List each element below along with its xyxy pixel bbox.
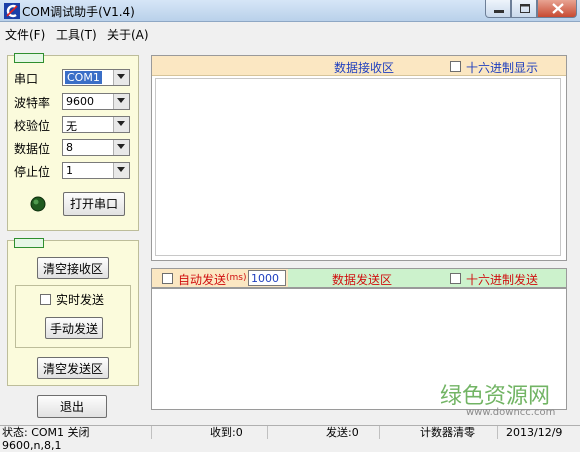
menu-about[interactable]: 关于(A) — [107, 26, 149, 43]
status-date: 2013/12/9 — [506, 426, 563, 439]
minimize-button[interactable] — [485, 0, 511, 18]
chevron-down-icon — [117, 167, 125, 172]
receive-textarea[interactable] — [155, 78, 561, 256]
minimize-icon — [494, 10, 504, 13]
status-received: 收到:0 — [152, 426, 268, 439]
baud-value: 9600 — [66, 95, 94, 108]
manual-send-button[interactable]: 手动发送 — [45, 317, 103, 339]
receive-header: 数据接收区 十六进制显示 — [152, 56, 566, 76]
send-title-bar: 数据发送区 十六进制发送 — [288, 269, 566, 287]
status-led-icon — [30, 196, 46, 212]
menu-bar: 文件(F) 工具(T) 关于(A) — [0, 23, 580, 43]
databits-value: 8 — [66, 141, 73, 154]
exit-button[interactable]: 退出 — [37, 395, 107, 418]
stopbits-label: 停止位 — [14, 165, 51, 179]
dropdown-arrow[interactable] — [113, 163, 129, 178]
port-value: COM1 — [65, 71, 102, 84]
watermark-text: 绿色资源网 — [440, 384, 551, 409]
auto-send-checkbox[interactable] — [162, 273, 173, 284]
port-select[interactable]: COM1 — [62, 69, 130, 86]
parity-value: 无 — [66, 120, 77, 133]
actions-panel: 清空接收区 实时发送 手动发送 清空发送区 — [7, 238, 139, 386]
chevron-down-icon — [117, 144, 125, 149]
dropdown-arrow[interactable] — [113, 140, 129, 155]
parity-select[interactable]: 无 — [62, 116, 130, 133]
status-state: 状态: COM1 关闭 9600,n,8,1 — [2, 426, 152, 452]
chevron-down-icon — [117, 121, 125, 126]
hex-display-checkbox[interactable] — [450, 61, 461, 72]
maximize-button[interactable] — [511, 0, 537, 18]
baud-label: 波特率 — [14, 96, 51, 110]
baud-select[interactable]: 9600 — [62, 93, 130, 110]
menu-tools[interactable]: 工具(T) — [56, 26, 97, 43]
serial-settings-panel: 串口 COM1 波特率 9600 校验位 无 数据位 8 停止位 1 打开串口 — [7, 53, 139, 231]
port-label: 串口 — [14, 72, 39, 86]
status-sent: 发送:0 — [268, 426, 380, 439]
hex-display-label: 十六进制显示 — [466, 61, 539, 75]
ms-unit-label: (ms) — [226, 273, 247, 283]
send-title: 数据发送区 — [332, 273, 393, 287]
reset-counter-button[interactable]: 计数器清零 — [380, 426, 498, 439]
panel-badge-icon — [14, 53, 44, 63]
window-title: COM调试助手(V1.4) — [22, 5, 135, 19]
stopbits-value: 1 — [66, 164, 73, 177]
watermark-url: www.downcc.com — [466, 407, 556, 418]
close-button[interactable] — [537, 0, 577, 18]
dropdown-arrow[interactable] — [113, 117, 129, 132]
clear-send-button[interactable]: 清空发送区 — [37, 357, 109, 379]
send-header: 自动发送 (ms) 1000 数据发送区 十六进制发送 — [151, 268, 567, 288]
send-options-group: 实时发送 手动发送 — [15, 285, 131, 348]
interval-value: 1000 — [251, 272, 279, 285]
interval-input[interactable]: 1000 — [248, 270, 286, 286]
menu-file[interactable]: 文件(F) — [5, 26, 45, 43]
realtime-send-checkbox[interactable] — [40, 294, 51, 305]
receive-title: 数据接收区 — [334, 61, 395, 75]
open-port-button[interactable]: 打开串口 — [63, 192, 125, 216]
databits-label: 数据位 — [14, 142, 51, 156]
databits-select[interactable]: 8 — [62, 139, 130, 156]
panel-badge-icon — [14, 238, 44, 248]
auto-send-label: 自动发送 — [178, 273, 227, 287]
chevron-down-icon — [117, 74, 125, 79]
dropdown-arrow[interactable] — [113, 94, 129, 109]
close-icon — [552, 3, 564, 14]
title-bar: COM调试助手(V1.4) — [0, 0, 580, 22]
status-bar: 状态: COM1 关闭 9600,n,8,1 收到:0 发送:0 计数器清零 2… — [0, 425, 580, 452]
hex-send-label: 十六进制发送 — [466, 273, 539, 287]
dropdown-arrow[interactable] — [113, 70, 129, 85]
maximize-icon — [520, 4, 530, 13]
realtime-send-label: 实时发送 — [56, 293, 105, 307]
hex-send-checkbox[interactable] — [450, 273, 461, 284]
receive-area: 数据接收区 十六进制显示 — [151, 55, 567, 261]
parity-label: 校验位 — [14, 119, 51, 133]
stopbits-select[interactable]: 1 — [62, 162, 130, 179]
app-logo-icon — [4, 3, 20, 19]
chevron-down-icon — [117, 98, 125, 103]
clear-receive-button[interactable]: 清空接收区 — [37, 257, 109, 279]
